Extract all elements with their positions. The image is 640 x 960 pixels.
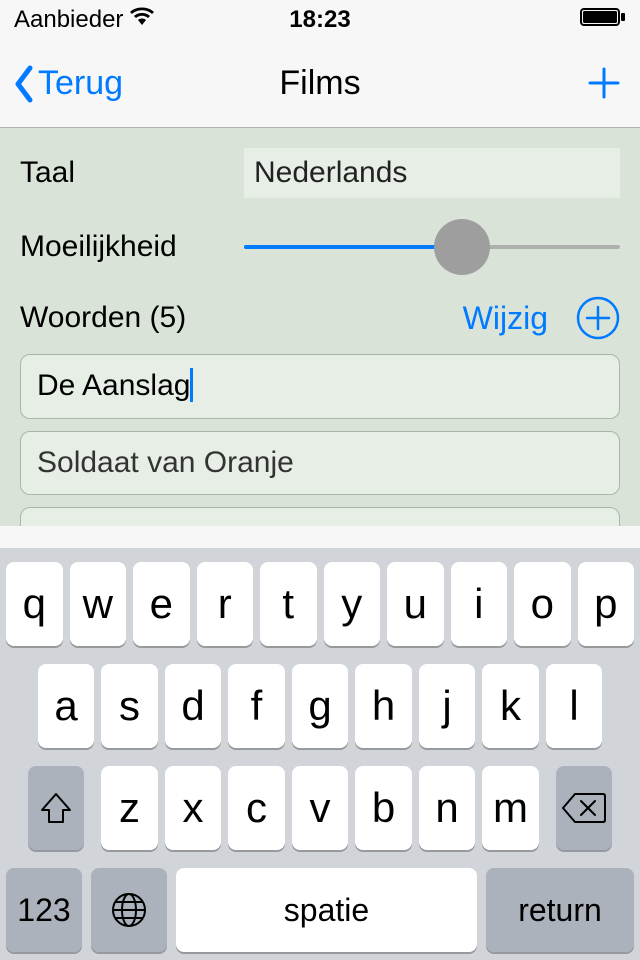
status-bar: Aanbieder 18:23 [0,0,640,40]
status-right [580,6,626,34]
key-e[interactable]: e [133,562,190,646]
plus-circle-icon [576,296,620,340]
wifi-icon [129,6,155,34]
backspace-icon [561,790,607,826]
key-x[interactable]: x [165,766,222,850]
key-h[interactable]: h [355,664,412,748]
keyboard: q w e r t y u i o p a s d f g h j k l z … [0,548,640,960]
difficulty-label: Moeilijkheid [20,230,244,264]
key-q[interactable]: q [6,562,63,646]
key-g[interactable]: g [292,664,349,748]
key-o[interactable]: o [514,562,571,646]
key-space[interactable]: spatie [176,868,477,952]
key-c[interactable]: c [228,766,285,850]
word-text: De Aanslag [37,369,190,402]
add-word-button[interactable] [576,296,620,340]
key-backspace[interactable] [556,766,613,850]
nav-bar: Terug Films [0,40,640,128]
words-title: Woorden (5) [20,301,186,335]
carrier-label: Aanbieder [14,6,123,34]
key-v[interactable]: v [292,766,349,850]
key-i[interactable]: i [451,562,508,646]
keyboard-row-4: 123 spatie return [6,868,634,952]
language-row: Taal Nederlands [20,148,620,198]
edit-button[interactable]: Wijzig [463,300,548,337]
difficulty-row: Moeilijkheid [20,222,620,272]
key-d[interactable]: d [165,664,222,748]
battery-icon [580,6,626,34]
word-input-2[interactable]: Turks Fruit [20,507,620,526]
key-t[interactable]: t [260,562,317,646]
globe-icon [109,890,149,930]
key-f[interactable]: f [228,664,285,748]
words-header: Woorden (5) Wijzig [20,296,620,340]
back-button[interactable]: Terug [12,64,123,104]
words-actions: Wijzig [463,296,620,340]
keyboard-row-2: a s d f g h j k l [6,664,634,748]
language-label: Taal [20,156,244,190]
key-s[interactable]: s [101,664,158,748]
key-z[interactable]: z [101,766,158,850]
slider-fill [244,245,462,249]
back-label: Terug [38,64,123,103]
key-r[interactable]: r [197,562,254,646]
page-title: Films [279,64,360,103]
key-u[interactable]: u [387,562,444,646]
plus-icon [586,65,622,101]
key-m[interactable]: m [482,766,539,850]
key-globe[interactable] [91,868,167,952]
word-input-0[interactable]: De Aanslag [20,354,620,419]
key-b[interactable]: b [355,766,412,850]
language-field[interactable]: Nederlands [244,148,620,198]
slider-thumb[interactable] [434,219,490,275]
word-text: Soldaat van Oranje [37,446,294,479]
keyboard-row-3: z x c v b n m [6,766,634,850]
text-cursor [190,368,193,402]
chevron-left-icon [12,64,36,104]
keyboard-row-1: q w e r t y u i o p [6,562,634,646]
add-button[interactable] [586,59,628,109]
key-a[interactable]: a [38,664,95,748]
key-y[interactable]: y [324,562,381,646]
key-n[interactable]: n [419,766,476,850]
status-left: Aanbieder [14,6,155,34]
key-k[interactable]: k [482,664,539,748]
word-input-1[interactable]: Soldaat van Oranje [20,431,620,495]
key-numbers[interactable]: 123 [6,868,82,952]
content-area: Taal Nederlands Moeilijkheid Woorden (5)… [0,128,640,526]
key-return[interactable]: return [486,868,634,952]
key-j[interactable]: j [419,664,476,748]
key-w[interactable]: w [70,562,127,646]
word-text: Turks Fruit [37,522,179,526]
status-time: 18:23 [289,6,350,34]
shift-icon [36,788,76,828]
key-shift[interactable] [28,766,85,850]
key-p[interactable]: p [578,562,635,646]
difficulty-slider[interactable] [244,222,620,272]
key-l[interactable]: l [546,664,603,748]
